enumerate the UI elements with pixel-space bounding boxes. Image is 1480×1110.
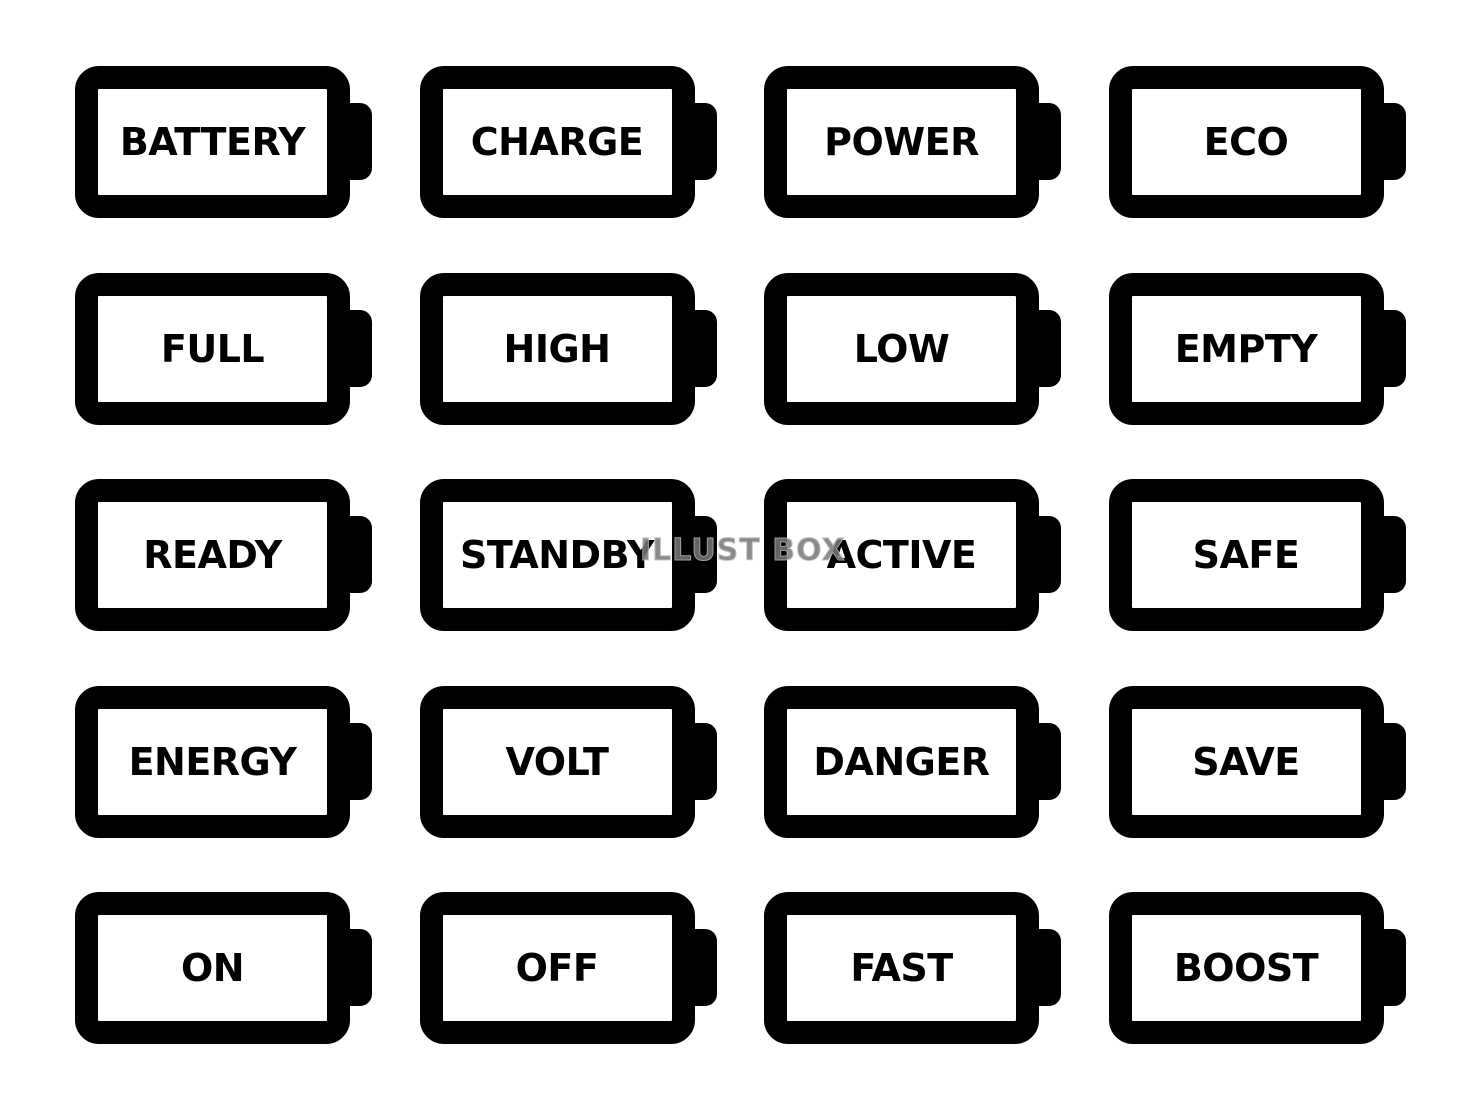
battery-label: ON xyxy=(180,946,245,990)
battery-terminal xyxy=(347,103,372,180)
battery-terminal xyxy=(691,722,717,800)
battery-label: LOW xyxy=(853,326,950,371)
battery-body: CHARGE xyxy=(419,66,695,218)
battery-terminal xyxy=(1036,103,1061,180)
battery-icon-battery: BATTERY xyxy=(75,66,372,218)
battery-label: OFF xyxy=(515,946,599,990)
battery-body: OFF xyxy=(419,892,695,1044)
battery-terminal xyxy=(347,929,372,1006)
battery-label: BATTERY xyxy=(119,120,306,164)
battery-body: FULL xyxy=(75,272,350,425)
battery-body: READY xyxy=(75,479,350,631)
battery-body: BOOST xyxy=(1108,892,1384,1044)
battery-icon-save: SAVE xyxy=(1108,685,1406,838)
battery-terminal xyxy=(1380,929,1406,1006)
battery-label: SAVE xyxy=(1192,739,1300,784)
battery-label: VOLT xyxy=(505,739,609,784)
battery-body: EMPTY xyxy=(1108,272,1384,425)
battery-body: SAVE xyxy=(1108,685,1384,838)
battery-label: SAFE xyxy=(1192,533,1300,577)
battery-label: DANGER xyxy=(813,739,990,784)
battery-label: ENERGY xyxy=(128,739,297,784)
battery-terminal xyxy=(691,309,717,387)
battery-icon-low: LOW xyxy=(764,272,1061,425)
battery-body: ECO xyxy=(1108,66,1384,218)
battery-terminal xyxy=(691,103,717,180)
battery-icon-off: OFF xyxy=(419,892,717,1044)
battery-terminal xyxy=(1380,722,1406,800)
battery-icon-energy: ENERGY xyxy=(75,685,372,838)
battery-label: CHARGE xyxy=(470,120,644,164)
battery-terminal xyxy=(1380,103,1406,180)
battery-label: HIGH xyxy=(503,326,611,371)
battery-terminal xyxy=(1380,309,1406,387)
battery-icon-empty: EMPTY xyxy=(1108,272,1406,425)
battery-icon-boost: BOOST xyxy=(1108,892,1406,1044)
battery-terminal xyxy=(691,929,717,1006)
battery-terminal xyxy=(1036,722,1061,800)
battery-body: ENERGY xyxy=(75,685,350,838)
battery-icon-ready: READY xyxy=(75,479,372,631)
battery-label: FULL xyxy=(160,326,265,371)
battery-terminal xyxy=(347,309,372,387)
battery-body: BATTERY xyxy=(75,66,350,218)
battery-icon-full: FULL xyxy=(75,272,372,425)
battery-label: EMPTY xyxy=(1174,326,1318,371)
battery-label: ECO xyxy=(1203,120,1289,164)
watermark: ILLUST BOX xyxy=(640,533,846,569)
battery-terminal xyxy=(347,516,372,593)
battery-label: FAST xyxy=(850,946,953,990)
battery-icon-on: ON xyxy=(75,892,372,1044)
battery-body: POWER xyxy=(764,66,1039,218)
battery-body: SAFE xyxy=(1108,479,1384,631)
battery-body: FAST xyxy=(764,892,1039,1044)
battery-terminal xyxy=(347,722,372,800)
battery-label: READY xyxy=(143,533,282,577)
battery-body: LOW xyxy=(764,272,1039,425)
battery-body: DANGER xyxy=(764,685,1039,838)
battery-icon-high: HIGH xyxy=(419,272,717,425)
battery-icon-eco: ECO xyxy=(1108,66,1406,218)
battery-icon-safe: SAFE xyxy=(1108,479,1406,631)
battery-icon-fast: FAST xyxy=(764,892,1061,1044)
battery-label: STANDBY xyxy=(460,533,655,577)
battery-label: ACTIVE xyxy=(826,533,977,577)
battery-label: BOOST xyxy=(1173,946,1319,990)
battery-body: HIGH xyxy=(419,272,695,425)
battery-icon-volt: VOLT xyxy=(419,685,717,838)
battery-label: POWER xyxy=(824,120,979,164)
battery-body: ON xyxy=(75,892,350,1044)
battery-icon-danger: DANGER xyxy=(764,685,1061,838)
battery-terminal xyxy=(1036,516,1061,593)
battery-terminal xyxy=(1036,929,1061,1006)
battery-icon-charge: CHARGE xyxy=(419,66,717,218)
battery-icon-power: POWER xyxy=(764,66,1061,218)
battery-terminal xyxy=(1036,309,1061,387)
battery-terminal xyxy=(1380,516,1406,593)
battery-body: VOLT xyxy=(419,685,695,838)
